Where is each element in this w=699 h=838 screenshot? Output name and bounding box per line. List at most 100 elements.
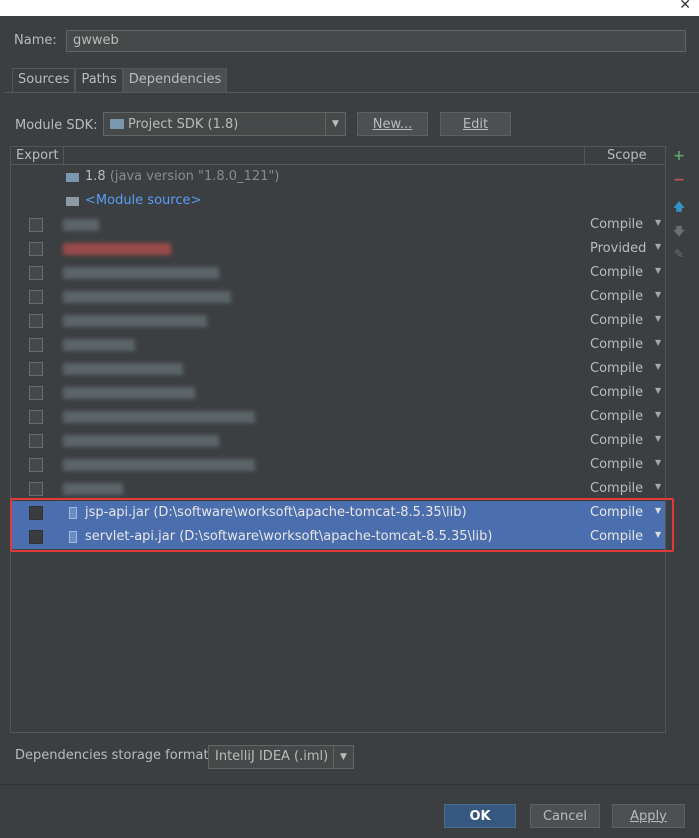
cancel-button[interactable]: Cancel: [530, 804, 600, 828]
export-checkbox[interactable]: [29, 386, 43, 400]
dependencies-table: Export Scope 1.8 (java version "1.8.0_12…: [10, 146, 666, 733]
folder-icon: [110, 119, 124, 129]
table-row[interactable]: Provided ▼: [11, 237, 665, 261]
export-checkbox[interactable]: [29, 362, 43, 376]
name-input[interactable]: gwweb: [66, 30, 686, 52]
scope-value[interactable]: Compile: [590, 505, 643, 520]
scope-value[interactable]: Compile: [590, 385, 643, 400]
chevron-down-icon[interactable]: ▼: [655, 482, 661, 491]
scope-value[interactable]: Compile: [590, 289, 643, 304]
move-up-icon[interactable]: 🡅: [671, 198, 687, 217]
scope-value[interactable]: Compile: [590, 481, 643, 496]
storage-format-select[interactable]: IntelliJ IDEA (.iml) ▼: [208, 745, 354, 769]
module-sdk-label: Module SDK:: [15, 118, 98, 133]
export-checkbox[interactable]: [29, 434, 43, 448]
edit-icon[interactable]: ✎: [671, 247, 687, 261]
chevron-down-icon[interactable]: ▼: [655, 314, 661, 323]
scope-value[interactable]: Compile: [590, 337, 643, 352]
storage-format-label: Dependencies storage format:: [15, 748, 213, 763]
module-sdk-value: Project SDK (1.8): [128, 116, 239, 132]
tab-divider: [4, 92, 699, 93]
library-name: jsp-api.jar (D:\software\worksoft\apache…: [85, 505, 467, 520]
module-source-label: <Module source>: [85, 193, 202, 208]
jar-icon: [69, 531, 77, 543]
scope-value[interactable]: Compile: [590, 409, 643, 424]
chevron-down-icon[interactable]: ▼: [655, 338, 661, 347]
redacted-library-name: [63, 243, 171, 255]
chevron-down-icon[interactable]: ▼: [655, 386, 661, 395]
export-checkbox[interactable]: [29, 242, 43, 256]
table-row[interactable]: Compile ▼: [11, 453, 665, 477]
chevron-down-icon[interactable]: ▼: [655, 410, 661, 419]
table-row[interactable]: Compile ▼: [11, 405, 665, 429]
table-row-servlet-api[interactable]: servlet-api.jar (D:\software\worksoft\ap…: [11, 525, 665, 549]
table-row[interactable]: Compile ▼: [11, 477, 665, 501]
redacted-library-name: [63, 363, 183, 375]
name-label: Name:: [14, 33, 57, 48]
scope-value[interactable]: Compile: [590, 361, 643, 376]
export-checkbox[interactable]: [29, 458, 43, 472]
export-checkbox[interactable]: [29, 482, 43, 496]
edit-sdk-button[interactable]: Edit: [440, 112, 511, 136]
redacted-library-name: [63, 435, 219, 447]
scope-value[interactable]: Compile: [590, 265, 643, 280]
export-checkbox[interactable]: [29, 266, 43, 280]
export-checkbox[interactable]: [29, 338, 43, 352]
chevron-down-icon[interactable]: ▼: [655, 362, 661, 371]
chevron-down-icon[interactable]: ▼: [655, 434, 661, 443]
new-sdk-button[interactable]: New...: [357, 112, 428, 136]
export-checkbox[interactable]: [29, 218, 43, 232]
scope-value[interactable]: Compile: [590, 433, 643, 448]
chevron-down-icon[interactable]: ▼: [655, 458, 661, 467]
redacted-library-name: [63, 339, 135, 351]
redacted-library-name: [63, 219, 99, 231]
chevron-down-icon[interactable]: ▼: [325, 113, 345, 135]
tab-bar: Sources Paths Dependencies: [12, 68, 228, 92]
table-row[interactable]: Compile ▼: [11, 357, 665, 381]
move-down-icon[interactable]: 🡇: [671, 223, 687, 242]
table-row-jsp-api[interactable]: jsp-api.jar (D:\software\worksoft\apache…: [11, 501, 665, 525]
redacted-library-name: [63, 291, 231, 303]
chevron-down-icon[interactable]: ▼: [655, 530, 661, 539]
scope-value[interactable]: Compile: [590, 457, 643, 472]
export-checkbox[interactable]: [29, 410, 43, 424]
export-checkbox[interactable]: [29, 530, 43, 544]
apply-button[interactable]: Apply: [612, 804, 685, 828]
module-source-icon: [66, 197, 79, 206]
remove-icon[interactable]: −: [671, 172, 687, 188]
redacted-library-name: [63, 315, 207, 327]
table-row[interactable]: Compile ▼: [11, 261, 665, 285]
chevron-down-icon[interactable]: ▼: [655, 266, 661, 275]
export-checkbox[interactable]: [29, 290, 43, 304]
column-header-export[interactable]: Export: [16, 148, 59, 163]
scope-value[interactable]: Compile: [590, 217, 643, 232]
module-source-row[interactable]: <Module source>: [11, 189, 665, 213]
ok-button[interactable]: OK: [444, 804, 516, 828]
table-row[interactable]: Compile ▼: [11, 333, 665, 357]
scope-value[interactable]: Provided: [590, 241, 646, 256]
table-row[interactable]: Compile ▼: [11, 285, 665, 309]
tab-paths[interactable]: Paths: [75, 68, 123, 92]
tab-sources[interactable]: Sources: [12, 68, 76, 92]
redacted-library-name: [63, 411, 255, 423]
export-checkbox[interactable]: [29, 314, 43, 328]
sdk-entry-row[interactable]: 1.8 (java version "1.8.0_121"): [11, 165, 665, 189]
tab-dependencies[interactable]: Dependencies: [122, 68, 228, 92]
scope-value[interactable]: Compile: [590, 529, 643, 544]
chevron-down-icon[interactable]: ▼: [655, 218, 661, 227]
close-icon[interactable]: ✕: [679, 0, 691, 13]
column-header-scope[interactable]: Scope: [607, 148, 647, 163]
table-row[interactable]: Compile ▼: [11, 309, 665, 333]
redacted-library-name: [63, 459, 255, 471]
chevron-down-icon[interactable]: ▼: [655, 242, 661, 251]
chevron-down-icon[interactable]: ▼: [655, 290, 661, 299]
module-sdk-select[interactable]: Project SDK (1.8) ▼: [103, 112, 346, 136]
export-checkbox[interactable]: [29, 506, 43, 520]
add-icon[interactable]: +: [671, 148, 687, 164]
table-row[interactable]: Compile ▼: [11, 381, 665, 405]
scope-value[interactable]: Compile: [590, 313, 643, 328]
chevron-down-icon[interactable]: ▼: [333, 746, 353, 768]
table-row[interactable]: Compile ▼: [11, 213, 665, 237]
table-row[interactable]: Compile ▼: [11, 429, 665, 453]
chevron-down-icon[interactable]: ▼: [655, 506, 661, 515]
